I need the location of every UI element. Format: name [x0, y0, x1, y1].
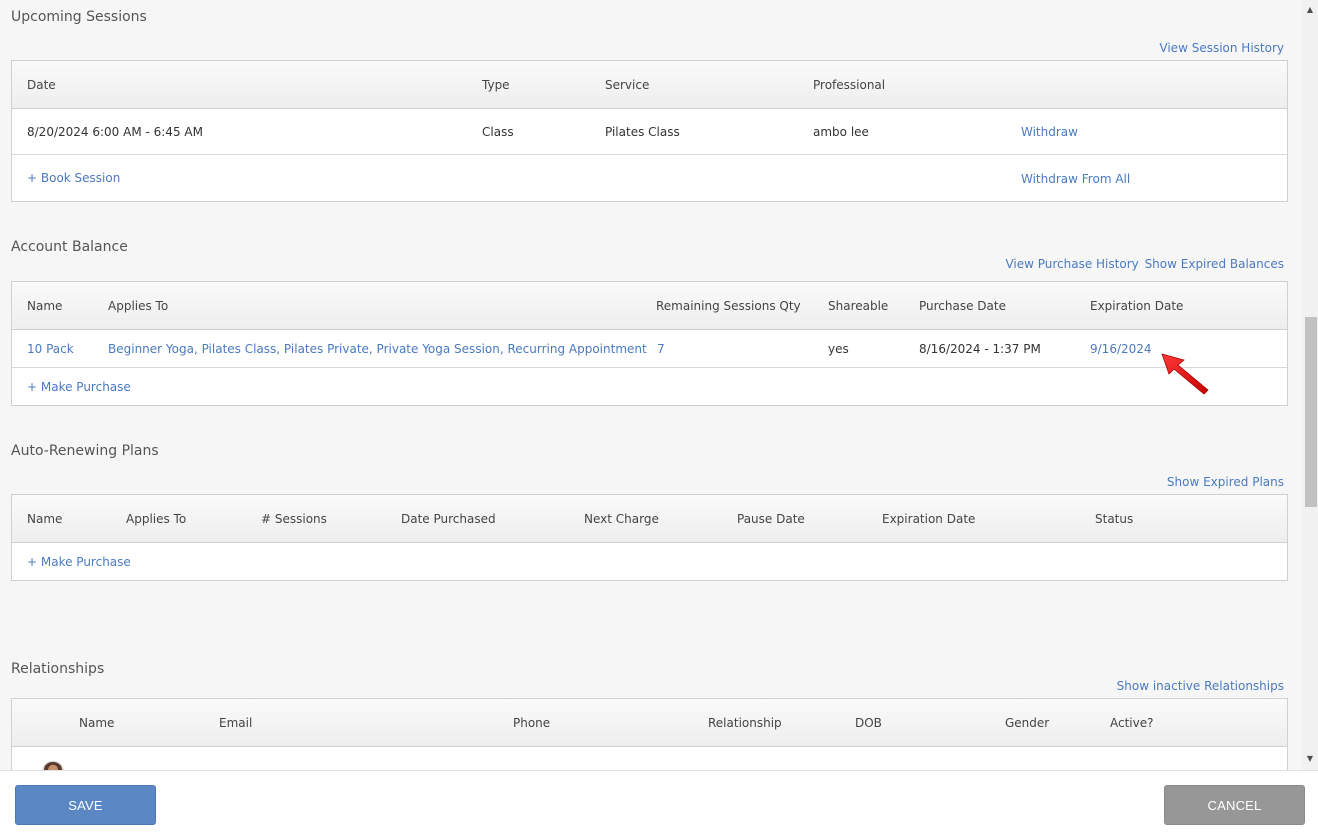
avatar [42, 761, 64, 770]
balance-remaining-link[interactable]: 7 [657, 342, 665, 356]
col-active: Active? [1110, 715, 1154, 730]
session-service: Pilates Class [605, 124, 680, 139]
col-name: Name [79, 715, 115, 730]
relationships-title: Relationships [11, 661, 105, 677]
col-professional: Professional [813, 77, 886, 92]
col-expiration-date: Expiration Date [1090, 298, 1184, 313]
col-date-purchased: Date Purchased [401, 511, 496, 526]
scroll-down-icon[interactable]: ▼ [1302, 751, 1318, 767]
show-expired-balances-link[interactable]: Show Expired Balances [1145, 257, 1284, 271]
auto-renewing-plans-title: Auto-Renewing Plans [11, 443, 159, 459]
upcoming-actions-row: + Book Session Withdraw From All [12, 155, 1287, 201]
col-applies-to: Applies To [108, 298, 169, 313]
make-purchase-link[interactable]: + Make Purchase [27, 380, 131, 394]
table-row [12, 747, 1287, 770]
col-status: Status [1095, 511, 1134, 526]
col-sessions: # Sessions [261, 511, 327, 526]
col-name: Name [27, 298, 63, 313]
upcoming-sessions-title: Upcoming Sessions [11, 9, 147, 25]
withdraw-link[interactable]: Withdraw [1021, 125, 1078, 139]
balance-applies-to-link[interactable]: Beginner Yoga, Pilates Class, Pilates Pr… [108, 342, 647, 356]
vertical-scrollbar[interactable]: ▲ ▼ [1302, 0, 1318, 770]
balance-actions-row: + Make Purchase [12, 368, 1287, 405]
auto-renewing-plans-table: Name Applies To # Sessions Date Purchase… [11, 494, 1288, 581]
view-session-history-link[interactable]: View Session History [1159, 41, 1284, 55]
col-email: Email [219, 715, 253, 730]
make-purchase-link[interactable]: + Make Purchase [27, 555, 131, 569]
account-balance-title: Account Balance [11, 239, 128, 255]
balance-name-link[interactable]: 10 Pack [27, 342, 74, 356]
table-row: 8/20/2024 6:00 AM - 6:45 AM Class Pilate… [12, 109, 1287, 155]
footer-bar: SAVE CANCEL [0, 770, 1318, 836]
annotation-arrow-icon [1161, 353, 1209, 395]
relationships-table: Name Email Phone Relationship DOB Gender… [11, 698, 1288, 770]
account-balance-table: Name Applies To Remaining Sessions Qty S… [11, 281, 1288, 406]
balance-shareable: yes [828, 341, 849, 356]
withdraw-from-all-link[interactable]: Withdraw From All [1021, 172, 1130, 186]
col-applies-to: Applies To [126, 511, 187, 526]
scroll-up-icon[interactable]: ▲ [1302, 2, 1318, 18]
col-date: Date [27, 77, 56, 92]
col-name: Name [27, 511, 63, 526]
table-row: 10 Pack Beginner Yoga, Pilates Class, Pi… [12, 330, 1287, 368]
col-type: Type [482, 77, 510, 92]
session-type: Class [482, 124, 514, 139]
upcoming-sessions-header: Date Type Service Professional [12, 61, 1287, 109]
col-service: Service [605, 77, 650, 92]
balance-purchase-date: 8/16/2024 - 1:37 PM [919, 341, 1041, 356]
col-expiration-date: Expiration Date [882, 511, 976, 526]
account-balance-header: Name Applies To Remaining Sessions Qty S… [12, 282, 1287, 330]
relationships-header: Name Email Phone Relationship DOB Gender… [12, 699, 1287, 747]
col-phone: Phone [513, 715, 551, 730]
upcoming-sessions-table: Date Type Service Professional 8/20/2024… [11, 60, 1288, 202]
col-relationship: Relationship [708, 715, 782, 730]
plans-header: Name Applies To # Sessions Date Purchase… [12, 495, 1287, 543]
col-remaining: Remaining Sessions Qty [656, 298, 801, 313]
cancel-button[interactable]: CANCEL [1164, 785, 1305, 825]
col-shareable: Shareable [828, 298, 889, 313]
account-balance-links: View Purchase History Show Expired Balan… [1005, 257, 1284, 271]
plans-actions-row: + Make Purchase [12, 543, 1287, 580]
show-inactive-relationships-link[interactable]: Show inactive Relationships [1117, 679, 1284, 693]
col-purchase-date: Purchase Date [919, 298, 1006, 313]
balance-expiration-link[interactable]: 9/16/2024 [1090, 342, 1152, 356]
client-detail-scroll-area[interactable]: Upcoming Sessions View Session History D… [0, 0, 1302, 770]
col-dob: DOB [855, 715, 882, 730]
view-purchase-history-link[interactable]: View Purchase History [1005, 257, 1138, 271]
col-next-charge: Next Charge [584, 511, 659, 526]
col-gender: Gender [1005, 715, 1050, 730]
save-button[interactable]: SAVE [15, 785, 156, 825]
scrollbar-thumb[interactable] [1305, 317, 1317, 507]
session-date: 8/20/2024 6:00 AM - 6:45 AM [27, 124, 203, 139]
col-pause-date: Pause Date [737, 511, 805, 526]
show-expired-plans-link[interactable]: Show Expired Plans [1167, 475, 1284, 489]
session-professional: ambo lee [813, 124, 869, 139]
book-session-link[interactable]: + Book Session [27, 171, 120, 185]
